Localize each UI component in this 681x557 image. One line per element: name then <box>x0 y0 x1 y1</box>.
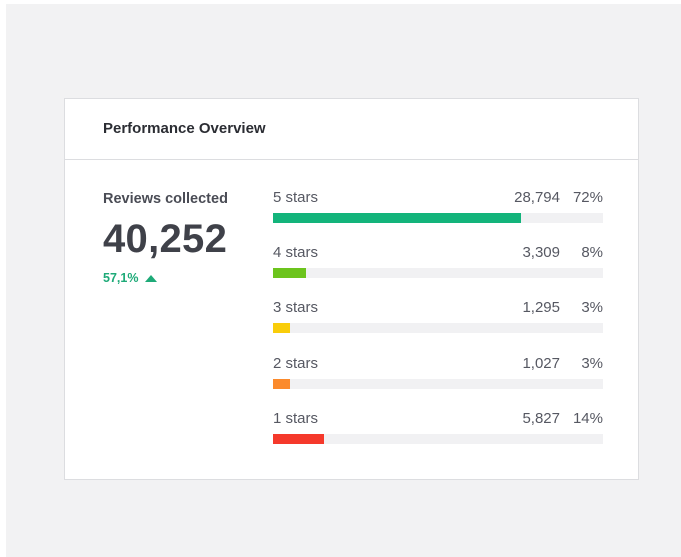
card-title: Performance Overview <box>103 120 266 137</box>
reviews-collected-label: Reviews collected <box>103 191 228 207</box>
rating-bar-fill <box>273 323 290 333</box>
rating-count: 3,309 <box>522 244 560 261</box>
rating-row-4-stars: 4 stars 3,309 8% <box>273 244 603 284</box>
rating-bar-track <box>273 213 603 223</box>
rating-count: 1,295 <box>522 299 560 316</box>
rating-row-5-stars: 5 stars 28,794 72% <box>273 189 603 229</box>
rating-row-2-stars: 2 stars 1,027 3% <box>273 355 603 395</box>
rating-bar-fill <box>273 379 290 389</box>
rating-label: 5 stars <box>273 189 319 206</box>
rating-bar-track <box>273 434 603 444</box>
rating-bar-track <box>273 379 603 389</box>
rating-bar-track <box>273 323 603 333</box>
performance-overview-card: Performance Overview Reviews collected 4… <box>64 98 639 480</box>
reviews-change-value: 57,1% <box>103 271 139 285</box>
rating-label: 2 stars <box>273 355 319 372</box>
rating-bar-track <box>273 268 603 278</box>
rating-bar-fill <box>273 434 325 444</box>
rating-bar-fill <box>273 213 521 223</box>
triangle-up-icon <box>145 274 158 282</box>
page-background: Performance Overview Reviews collected 4… <box>6 4 681 557</box>
rating-percent: 8% <box>581 244 603 261</box>
rating-bar-fill <box>273 268 306 278</box>
rating-percent: 3% <box>581 355 603 372</box>
rating-percent: 72% <box>572 189 603 206</box>
reviews-summary: Reviews collected 40,252 57,1% <box>103 191 228 285</box>
rating-count: 5,827 <box>522 410 560 427</box>
rating-label: 3 stars <box>273 299 319 316</box>
card-header: Performance Overview <box>65 99 638 160</box>
rating-row-1-stars: 1 stars 5,827 14% <box>273 410 603 450</box>
rating-count: 1,027 <box>522 355 560 372</box>
rating-percent: 14% <box>572 410 603 427</box>
reviews-change: 57,1% <box>103 271 228 285</box>
reviews-collected-value: 40,252 <box>103 217 228 261</box>
rating-percent: 3% <box>581 299 603 316</box>
rating-count: 28,794 <box>514 189 560 206</box>
rating-label: 4 stars <box>273 244 319 261</box>
rating-row-3-stars: 3 stars 1,295 3% <box>273 299 603 339</box>
rating-label: 1 stars <box>273 410 319 427</box>
